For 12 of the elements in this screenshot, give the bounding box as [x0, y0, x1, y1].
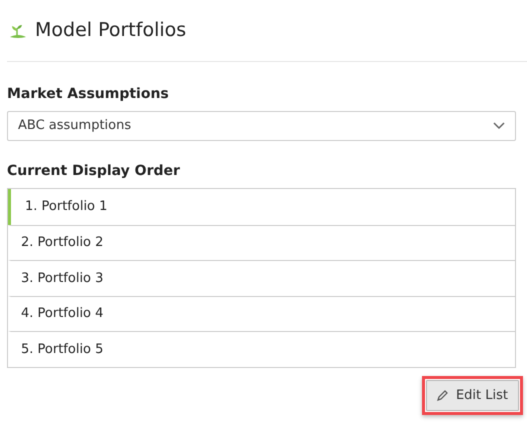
page-title: Model Portfolios	[35, 19, 186, 42]
list-item[interactable]: 3. Portfolio 3	[8, 260, 515, 296]
field-label: Market Assumptions	[7, 85, 170, 104]
list-item[interactable]: 2. Portfolio 2	[8, 224, 515, 260]
section-label: Current Display Order	[7, 162, 181, 181]
list-item[interactable]: 4. Portfolio 4	[8, 296, 515, 332]
list-item[interactable]: 1. Portfolio 1	[8, 189, 515, 225]
list-item[interactable]: 5. Portfolio 5	[8, 331, 515, 367]
assumptions-select[interactable]: ABC assumptions	[7, 111, 516, 141]
chevron-down-icon	[493, 122, 505, 130]
edit-list-button[interactable]: Edit List	[426, 380, 519, 412]
pencil-icon	[436, 390, 448, 402]
